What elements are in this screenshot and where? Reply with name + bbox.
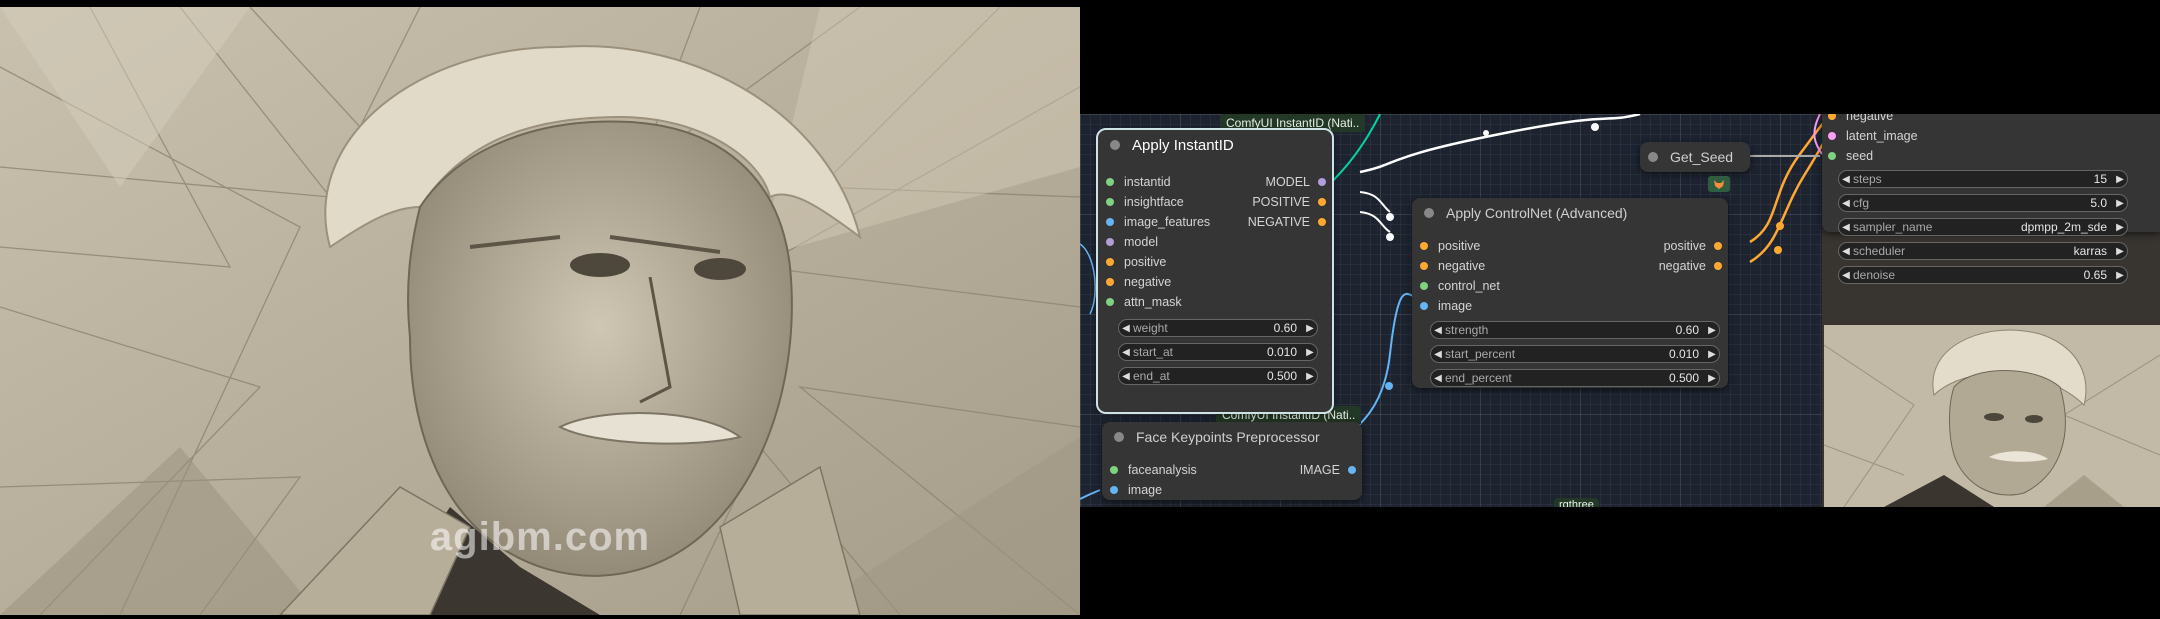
- triangle-left-icon: ◀: [1434, 324, 1442, 336]
- group-tag-rgthree: rgthree: [1554, 498, 1599, 507]
- input-slot-positive[interactable]: positive: [1420, 238, 1480, 254]
- input-slot-control-net[interactable]: control_net: [1420, 278, 1500, 294]
- collapse-dot-icon[interactable]: [1648, 152, 1658, 162]
- triangle-left-icon: ◀: [1842, 197, 1850, 209]
- triangle-right-icon: ▶: [2116, 221, 2124, 233]
- get-seed-header[interactable]: Get_Seed: [1640, 142, 1750, 172]
- triangle-left-icon: ◀: [1434, 372, 1442, 384]
- apply-controlnet-node[interactable]: Apply ControlNet (Advanced) positive neg…: [1412, 198, 1728, 388]
- collapse-dot-icon[interactable]: [1424, 208, 1434, 218]
- triangle-left-icon: ◀: [1122, 346, 1130, 358]
- triangle-left-icon: ◀: [1434, 348, 1442, 360]
- input-slot-negative[interactable]: negative: [1828, 114, 1893, 124]
- preview-portrait-illustration: [1824, 325, 2160, 507]
- apply-instantid-header[interactable]: Apply InstantID: [1098, 130, 1332, 160]
- node-graph-canvas[interactable]: ComfyUI InstantID (Nati.. ComfyUI Instan…: [1080, 114, 2160, 507]
- get-seed-title: Get_Seed: [1670, 149, 1734, 165]
- widget-strength[interactable]: ◀ strength 0.60 ▶: [1430, 321, 1720, 339]
- apply-controlnet-header[interactable]: Apply ControlNet (Advanced): [1412, 198, 1728, 228]
- triangle-right-icon: ▶: [2116, 269, 2124, 281]
- output-slot-positive[interactable]: positive: [1664, 238, 1722, 254]
- collapse-dot-icon[interactable]: [1114, 432, 1124, 442]
- input-slot-attn-mask[interactable]: attn_mask: [1106, 294, 1182, 310]
- widget-start-percent[interactable]: ◀ start_percent 0.010 ▶: [1430, 345, 1720, 363]
- input-slot-negative[interactable]: negative: [1420, 258, 1485, 274]
- output-slot-model[interactable]: MODEL: [1266, 174, 1326, 190]
- input-slot-instantid[interactable]: instantid: [1106, 174, 1171, 190]
- widget-end-percent[interactable]: ◀ end_percent 0.500 ▶: [1430, 369, 1720, 387]
- input-slot-image[interactable]: image: [1420, 298, 1472, 314]
- triangle-right-icon: ▶: [1708, 348, 1716, 360]
- triangle-right-icon: ▶: [2116, 173, 2124, 185]
- input-slot-image-features[interactable]: image_features: [1106, 214, 1210, 230]
- output-slot-negative[interactable]: NEGATIVE: [1248, 214, 1326, 230]
- face-keypoints-node[interactable]: Face Keypoints Preprocessor faceanalysis…: [1102, 422, 1362, 500]
- triangle-right-icon: ▶: [1306, 322, 1314, 334]
- widget-scheduler[interactable]: ◀ scheduler karras ▶: [1838, 242, 2128, 260]
- triangle-left-icon: ◀: [1122, 370, 1130, 382]
- input-slot-faceanalysis[interactable]: faceanalysis: [1110, 462, 1197, 478]
- widget-start-at[interactable]: ◀ start_at 0.010 ▶: [1118, 343, 1318, 361]
- triangle-left-icon: ◀: [1842, 269, 1850, 281]
- generated-portrait-image: agibm.com: [0, 7, 1080, 615]
- triangle-right-icon: ▶: [1708, 324, 1716, 336]
- triangle-left-icon: ◀: [1842, 173, 1850, 185]
- triangle-left-icon: ◀: [1122, 322, 1130, 334]
- triangle-right-icon: ▶: [1306, 346, 1314, 358]
- model-wire: [1359, 114, 1641, 174]
- watermark-text: agibm.com: [429, 515, 651, 559]
- widget-cfg[interactable]: ◀ cfg 5.0 ▶: [1838, 194, 2128, 212]
- face-keypoints-header[interactable]: Face Keypoints Preprocessor: [1102, 422, 1362, 452]
- input-slot-negative[interactable]: negative: [1106, 274, 1171, 290]
- widget-sampler-name[interactable]: ◀ sampler_name dpmpp_2m_sde ▶: [1838, 218, 2128, 236]
- widget-denoise[interactable]: ◀ denoise 0.65 ▶: [1838, 266, 2128, 284]
- triangle-right-icon: ▶: [2116, 245, 2124, 257]
- apply-controlnet-title: Apply ControlNet (Advanced): [1446, 205, 1628, 221]
- comfyui-workspace: ComfyUI InstantID (Nati.. ComfyUI Instan…: [1080, 0, 2160, 619]
- output-slot-negative[interactable]: negative: [1659, 258, 1722, 274]
- input-slot-model[interactable]: model: [1106, 234, 1158, 250]
- apply-instantid-node[interactable]: Apply InstantID instantid insightface im…: [1096, 128, 1334, 414]
- triangle-left-icon: ◀: [1842, 245, 1850, 257]
- input-slot-insightface[interactable]: insightface: [1106, 194, 1184, 210]
- triangle-right-icon: ▶: [1708, 372, 1716, 384]
- widget-weight[interactable]: ◀ weight 0.60 ▶: [1118, 319, 1318, 337]
- face-keypoints-title: Face Keypoints Preprocessor: [1136, 429, 1320, 445]
- input-slot-seed[interactable]: seed: [1828, 148, 1873, 164]
- triangle-right-icon: ▶: [2116, 197, 2124, 209]
- triangle-left-icon: ◀: [1842, 221, 1850, 233]
- input-slot-image[interactable]: image: [1110, 482, 1162, 498]
- widget-steps[interactable]: ◀ steps 15 ▶: [1838, 170, 2128, 188]
- input-slot-positive[interactable]: positive: [1106, 254, 1166, 270]
- triangle-right-icon: ▶: [1306, 370, 1314, 382]
- fox-icon: [1708, 176, 1730, 192]
- widget-end-at[interactable]: ◀ end_at 0.500 ▶: [1118, 367, 1318, 385]
- collapse-dot-icon[interactable]: [1110, 140, 1120, 150]
- input-slot-latent-image[interactable]: latent_image: [1828, 128, 1918, 144]
- output-slot-image[interactable]: IMAGE: [1300, 462, 1356, 478]
- ksampler-preview-image: [1824, 325, 2160, 507]
- output-slot-positive[interactable]: POSITIVE: [1252, 194, 1326, 210]
- get-seed-node[interactable]: Get_Seed: [1640, 142, 1750, 172]
- apply-instantid-title: Apply InstantID: [1132, 136, 1234, 154]
